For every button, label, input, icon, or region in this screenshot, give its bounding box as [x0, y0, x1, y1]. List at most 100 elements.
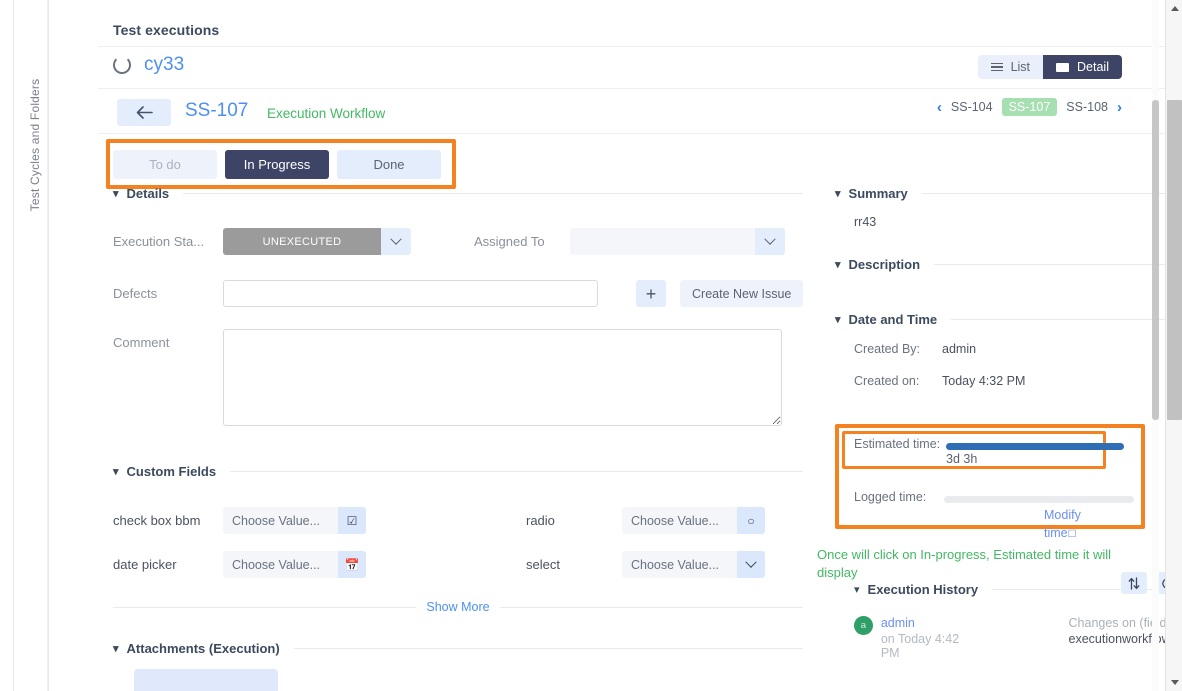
row-status-assignee: Execution Sta... UNEXECUTED Assigned To [113, 228, 813, 255]
browser-scrollbar[interactable] [1165, 0, 1182, 691]
workflow-button-todo[interactable]: To do [113, 150, 217, 179]
calendar-icon[interactable]: 📅 [338, 551, 366, 578]
section-execution-history-title: Execution History [868, 582, 979, 597]
execution-status-label: Execution Sta... [113, 234, 223, 249]
divider-issue [98, 133, 1182, 134]
show-more-rule-left [113, 607, 416, 608]
details-column: ▾ Details Execution Sta... UNEXECUTED As… [113, 186, 813, 691]
description-value [835, 272, 1182, 306]
assigned-to-value [570, 228, 755, 255]
chevron-down-icon: ▾ [854, 583, 860, 596]
custom-field-row-1: check box bbm Choose Value... ☑ radio Ch… [113, 507, 813, 534]
section-rule [230, 471, 803, 472]
panel-scrollbar-thumb[interactable] [1152, 100, 1159, 420]
defects-input[interactable] [223, 280, 598, 307]
logged-time-label: Logged time: [854, 490, 926, 504]
datepicker-field-value: Choose Value... [223, 551, 338, 578]
tab-detail-view[interactable]: Detail [1043, 55, 1122, 79]
chevron-down-icon: ▾ [835, 313, 841, 326]
workflow-buttons: To do In Progress Done [113, 150, 441, 179]
history-user[interactable]: admin [881, 616, 981, 630]
created-by-label: Created By: [854, 342, 942, 356]
nav-current-issue[interactable]: SS-107 [1002, 98, 1058, 116]
created-on-label: Created on: [854, 374, 942, 388]
nav-next-issue[interactable]: SS-108 [1066, 100, 1108, 114]
created-by-value: admin [942, 342, 976, 356]
chevron-right-icon[interactable]: › [1117, 100, 1122, 115]
comment-textarea[interactable] [223, 329, 782, 426]
chevron-left-icon[interactable]: ‹ [937, 100, 942, 115]
nav-prev-issue[interactable]: SS-104 [951, 100, 993, 114]
section-description[interactable]: ▾ Description [835, 257, 1182, 272]
radio-field-label: radio [526, 513, 622, 528]
section-summary-title: Summary [849, 186, 908, 201]
section-attachments[interactable]: ▾ Attachments (Execution) [113, 641, 803, 656]
create-new-issue-button[interactable]: Create New Issue [680, 280, 803, 307]
section-details-title: Details [127, 186, 170, 201]
chevron-down-icon [390, 233, 401, 244]
execution-status-select[interactable]: UNEXECUTED [223, 228, 411, 255]
sort-updown-icon[interactable] [1121, 572, 1147, 594]
scroll-up-arrow-icon[interactable] [1166, 0, 1182, 17]
section-attachments-title: Attachments (Execution) [127, 641, 280, 656]
created-on-value: Today 4:32 PM [942, 374, 1025, 388]
chevron-down-icon: ▾ [113, 465, 119, 478]
assigned-to-dropdown-arrow[interactable] [755, 228, 785, 255]
modify-time-link-line1[interactable]: Modify [1044, 506, 1134, 524]
test-cycles-rail[interactable]: Test Cycles and Folders [14, 0, 48, 691]
checkbox-field-control[interactable]: Choose Value... ☑ [223, 507, 366, 534]
workflow-button-done[interactable]: Done [337, 150, 441, 179]
workflow-button-in-progress[interactable]: In Progress [225, 150, 329, 179]
assigned-to-label: Assigned To [474, 234, 570, 249]
show-more-link[interactable]: Show More [426, 600, 489, 614]
view-toggle[interactable]: List Detail [978, 55, 1122, 79]
show-more-rule-right [500, 607, 803, 608]
estimated-time-row: Estimated time: 3d 3h [854, 437, 1124, 466]
execution-workflow-label: Execution Workflow [267, 106, 385, 121]
checkbox-icon[interactable]: ☑ [338, 507, 366, 534]
radio-icon[interactable]: ○ [737, 507, 765, 534]
section-details[interactable]: ▾ Details [113, 186, 803, 201]
tab-list-view-label: List [1011, 60, 1030, 74]
row-defects: Defects + Create New Issue [113, 280, 813, 307]
history-entry: a admin on Today 4:42 PM Changes on (fie… [854, 616, 1182, 660]
modify-time-link-line2[interactable]: time [1044, 526, 1068, 540]
scroll-down-arrow-icon[interactable] [1166, 674, 1182, 691]
execution-status-value: UNEXECUTED [223, 228, 381, 255]
section-rule [934, 264, 1182, 265]
chevron-down-icon [764, 233, 775, 244]
cycle-name-link[interactable]: cy33 [144, 54, 184, 76]
plus-icon: + [646, 285, 657, 303]
section-description-title: Description [849, 257, 921, 272]
page-left-gutter [0, 0, 14, 691]
chevron-down-icon[interactable] [737, 551, 765, 578]
divider-header [98, 46, 1182, 47]
tab-list-view[interactable]: List [978, 55, 1043, 79]
show-more-row: Show More [113, 600, 803, 614]
modify-time-link[interactable]: Modify time☐ [1044, 506, 1134, 542]
defects-label: Defects [113, 286, 223, 301]
test-cycles-rail-label: Test Cycles and Folders [28, 55, 42, 235]
estimated-time-bar-fill [946, 443, 1124, 450]
section-date-and-time[interactable]: ▾ Date and Time [835, 312, 1182, 327]
app-content-frame: Test executions cy33 List Detail SS-107 … [48, 0, 1159, 691]
section-rule [951, 319, 1182, 320]
custom-field-row-2: date picker Choose Value... 📅 select Cho… [113, 551, 813, 578]
assigned-to-select[interactable] [570, 228, 785, 255]
select-field-control[interactable]: Choose Value... [622, 551, 765, 578]
estimated-time-value: 3d 3h [946, 452, 1124, 466]
radio-field-control[interactable]: Choose Value... ○ [622, 507, 765, 534]
execution-status-dropdown-arrow[interactable] [381, 228, 411, 255]
datepicker-field-control[interactable]: Choose Value... 📅 [223, 551, 366, 578]
external-link-icon: ☐ [1068, 529, 1077, 540]
section-custom-fields[interactable]: ▾ Custom Fields [113, 464, 803, 479]
issue-key[interactable]: SS-107 [185, 100, 248, 122]
chevron-down-icon: ▾ [835, 187, 841, 200]
panel-scrollbar-track[interactable] [1152, 0, 1159, 691]
add-defect-button[interactable]: + [636, 280, 666, 307]
back-button[interactable] [117, 99, 171, 126]
refresh-spinner-icon[interactable] [113, 56, 131, 74]
browser-scrollbar-thumb[interactable] [1167, 100, 1182, 420]
add-attachment-button[interactable] [134, 669, 278, 691]
section-summary[interactable]: ▾ Summary [835, 186, 1182, 201]
